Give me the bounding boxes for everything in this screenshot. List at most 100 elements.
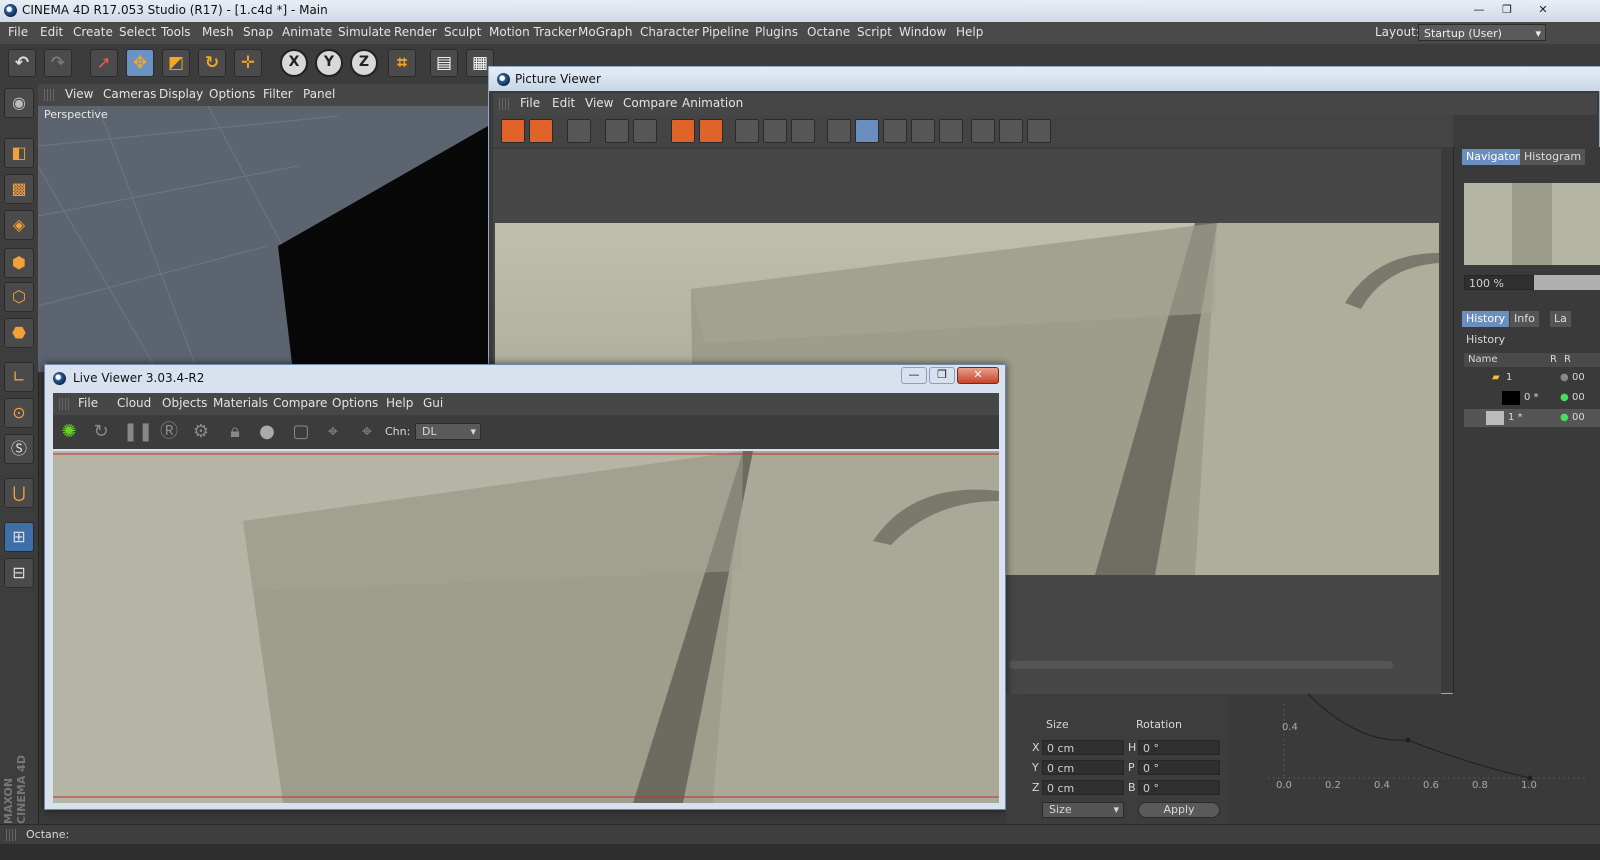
copy-icon[interactable] (671, 119, 695, 143)
apply-button[interactable]: Apply (1138, 802, 1220, 818)
lv-maximize-button[interactable]: ❐ (929, 367, 955, 384)
rotate-tool-icon[interactable]: ↻ (198, 49, 226, 77)
snap-icon[interactable]: ⋃ (4, 478, 34, 508)
viewport-menu-view[interactable]: View (65, 87, 93, 101)
move-tool-icon[interactable]: ✥ (126, 49, 154, 77)
fit-icon[interactable] (605, 119, 629, 143)
material-pick-icon[interactable]: ⌖ (355, 420, 379, 444)
octane-logo-icon[interactable]: ✺ (57, 420, 81, 444)
open-icon[interactable] (501, 119, 525, 143)
planar-workplane-icon[interactable]: ⊟ (4, 558, 34, 588)
ab-split-icon[interactable] (855, 119, 879, 143)
render-view-icon[interactable]: ▤ (430, 49, 458, 77)
perspective-viewport[interactable] (38, 106, 488, 372)
pv-menu-file[interactable]: File (520, 96, 540, 110)
tweak-mode-icon[interactable]: ⊙ (4, 398, 34, 428)
workplane-lock-icon[interactable]: ⊞ (4, 522, 34, 552)
lv-menu-cloud[interactable]: Cloud (117, 396, 151, 410)
menu-pipeline[interactable]: Pipeline (702, 25, 749, 39)
texture-mode-icon[interactable]: ▩ (4, 174, 34, 204)
pv-menu-edit[interactable]: Edit (552, 96, 575, 110)
navigator-thumbnail[interactable] (1464, 183, 1600, 265)
size-x-field[interactable]: 0 cm (1042, 740, 1124, 755)
pause-render-icon[interactable]: ❚❚ (123, 420, 153, 444)
layout-double-icon[interactable] (999, 119, 1023, 143)
x-axis-lock-button[interactable]: X (280, 49, 308, 77)
lv-menu-gui[interactable]: Gui (423, 396, 443, 410)
set-a-icon[interactable] (911, 119, 935, 143)
polygons-mode-icon[interactable]: ⬣ (4, 318, 34, 348)
material-ball-icon[interactable]: ● (255, 420, 279, 444)
rotation-b-field[interactable]: 0 ° (1138, 780, 1220, 795)
axis-mode-icon[interactable]: ∟ (4, 362, 34, 392)
save-icon[interactable] (529, 119, 553, 143)
tab-info[interactable]: Info (1510, 311, 1539, 327)
menu-mesh[interactable]: Mesh (202, 25, 234, 39)
region-render-icon[interactable]: Ⓡ (157, 420, 181, 444)
rotation-h-field[interactable]: 0 ° (1138, 740, 1220, 755)
menu-character[interactable]: Character (640, 25, 699, 39)
menu-edit[interactable]: Edit (40, 25, 63, 39)
lv-close-button[interactable]: ✕ (957, 367, 999, 384)
edges-mode-icon[interactable]: ⬡ (4, 282, 34, 312)
settings-gear-icon[interactable]: ⚙ (189, 420, 213, 444)
region-icon[interactable] (735, 119, 759, 143)
make-editable-icon[interactable]: ◉ (4, 88, 34, 118)
menu-select[interactable]: Select (119, 25, 156, 39)
menu-mograph[interactable]: MoGraph (578, 25, 633, 39)
close-button[interactable]: ✕ (1530, 1, 1556, 18)
lv-menu-objects[interactable]: Objects (162, 396, 207, 410)
stop-render-icon[interactable] (791, 119, 815, 143)
lv-menu-help[interactable]: Help (386, 396, 413, 410)
lv-menu-file[interactable]: File (78, 396, 98, 410)
viewport-menu-cameras[interactable]: Cameras (103, 87, 156, 101)
workplane-mode-icon[interactable]: ◈ (4, 210, 34, 240)
menu-help[interactable]: Help (956, 25, 983, 39)
menu-tools[interactable]: Tools (161, 25, 191, 39)
tab-layers[interactable]: La (1550, 311, 1571, 327)
clay-mode-icon[interactable]: ▢ (289, 420, 313, 444)
rotation-p-field[interactable]: 0 ° (1138, 760, 1220, 775)
add-tool-icon[interactable]: ✛ (234, 49, 262, 77)
layout-select[interactable]: Startup (User) ▾ (1418, 24, 1546, 41)
menu-file[interactable]: File (8, 25, 28, 39)
restore-button[interactable]: ❐ (1494, 1, 1520, 18)
ab-compare-icon[interactable] (827, 119, 851, 143)
menu-render[interactable]: Render (394, 25, 437, 39)
menu-animate[interactable]: Animate (282, 25, 332, 39)
person-icon[interactable] (633, 119, 657, 143)
y-axis-lock-button[interactable]: Y (315, 49, 343, 77)
tab-histogram[interactable]: Histogram (1520, 149, 1586, 165)
lv-minimize-button[interactable]: — (901, 367, 927, 384)
history-row[interactable]: 0 * ● 00 (1464, 389, 1600, 407)
tab-navigator[interactable]: Navigator (1462, 149, 1524, 165)
focus-pick-icon[interactable]: ⌖ (321, 420, 345, 444)
menu-motion-tracker[interactable]: Motion Tracker (489, 25, 577, 39)
menu-script[interactable]: Script (857, 25, 892, 39)
layout-single-icon[interactable] (971, 119, 995, 143)
lock-icon[interactable]: 🔒︎ (223, 420, 247, 444)
grid-view-icon[interactable] (567, 119, 591, 143)
viewport-menu-filter[interactable]: Filter (263, 87, 293, 101)
set-b-icon[interactable] (939, 119, 963, 143)
lv-menu-materials[interactable]: Materials (213, 396, 268, 410)
solo-icon[interactable]: Ⓢ (4, 434, 34, 464)
menu-sculpt[interactable]: Sculpt (444, 25, 481, 39)
zoom-field[interactable]: 100 % (1464, 275, 1534, 290)
viewport-menu-display[interactable]: Display (159, 87, 203, 101)
live-selection-icon[interactable]: ➚ (90, 49, 118, 77)
menu-octane[interactable]: Octane (807, 25, 850, 39)
model-mode-icon[interactable]: ◧ (4, 138, 34, 168)
viewport-menu-options[interactable]: Options (209, 87, 255, 101)
redo-icon[interactable]: ↷ (44, 49, 72, 77)
size-z-field[interactable]: 0 cm (1042, 780, 1124, 795)
pv-menu-view[interactable]: View (585, 96, 613, 110)
menu-snap[interactable]: Snap (243, 25, 273, 39)
menu-simulate[interactable]: Simulate (338, 25, 391, 39)
points-mode-icon[interactable]: ⬢ (4, 248, 34, 278)
z-axis-lock-button[interactable]: Z (350, 49, 378, 77)
pv-menu-animation[interactable]: Animation (682, 96, 743, 110)
coordinate-system-icon[interactable]: ⌗ (388, 49, 416, 77)
menu-plugins[interactable]: Plugins (755, 25, 798, 39)
paste-icon[interactable] (699, 119, 723, 143)
